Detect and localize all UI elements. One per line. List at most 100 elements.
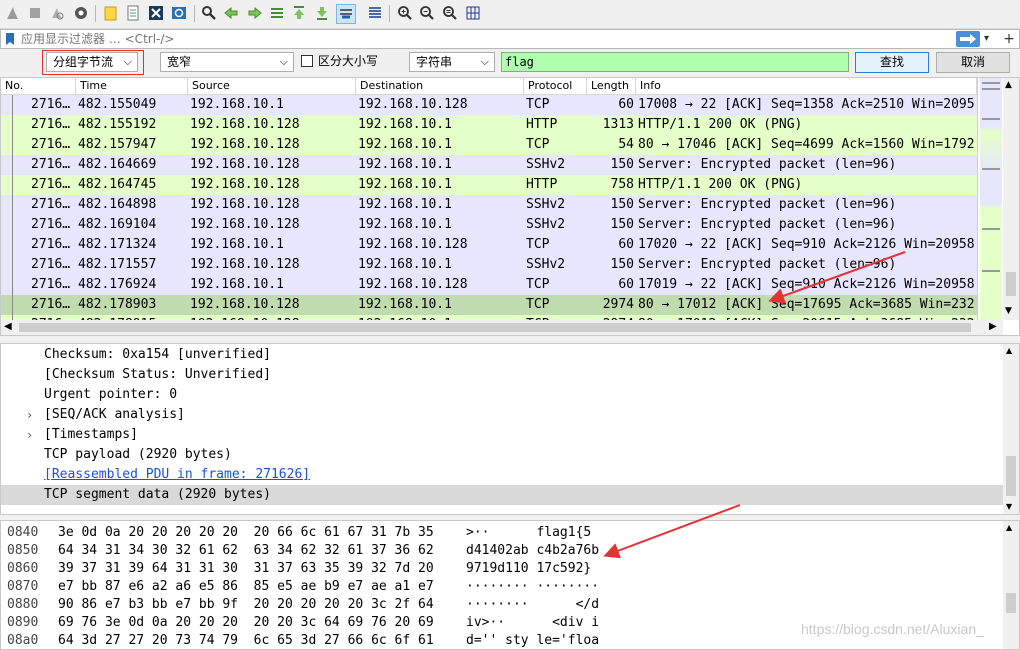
column-header[interactable]: Protocol <box>524 78 587 94</box>
goto-packet-icon[interactable] <box>268 4 286 22</box>
detail-line[interactable]: TCP segment data (2920 bytes) <box>1 485 1003 505</box>
packet-bytes-pane: 0840 3e 0d 0a 20 20 20 20 20 20 66 6c 61 … <box>0 520 1020 650</box>
search-string-input[interactable]: flag <box>501 52 849 72</box>
cell-dst: 192.168.10.128 <box>358 97 468 112</box>
display-filter-input[interactable] <box>21 31 941 47</box>
details-vscrollbar[interactable]: ▲ ▼ <box>1003 344 1019 514</box>
bookmark-icon[interactable] <box>4 32 16 46</box>
cell-info: 17019 → 22 [ACK] Seq=910 Ack=2126 Win=20… <box>638 277 975 292</box>
scroll-right-icon[interactable]: ▶ <box>989 321 997 332</box>
table-row[interactable]: 2716… 482.164745 192.168.10.128 192.168.10.… <box>1 175 977 195</box>
main-toolbar <box>0 0 1020 29</box>
packet-minimap[interactable] <box>977 78 1004 320</box>
scroll-up-icon[interactable]: ▲ <box>1006 523 1012 532</box>
table-row[interactable]: 2716… 482.155192 192.168.10.128 192.168.10.… <box>1 115 977 135</box>
zoom-in-icon[interactable] <box>396 4 414 22</box>
expand-chevron-icon[interactable]: › <box>26 425 33 445</box>
apply-filter-arrow-icon[interactable] <box>956 31 980 47</box>
table-row[interactable]: 2716… 482.171324 192.168.10.1 192.168.10.12… <box>1 235 977 255</box>
cell-src: 192.168.10.1 <box>190 97 284 112</box>
column-header[interactable]: Destination <box>356 78 524 94</box>
cell-time: 482.155049 <box>78 97 157 112</box>
table-row[interactable]: 2716… 482.178903 192.168.10.128 192.168.10.… <box>1 295 977 315</box>
hex-line[interactable]: 0880 90 86 e7 b3 bb e7 bb 9f 20 20 20 20 … <box>1 596 1003 614</box>
cell-len: 150 <box>610 157 634 172</box>
stop-icon[interactable] <box>26 4 44 22</box>
detail-text: [Timestamps] <box>44 427 138 442</box>
column-header[interactable]: Time <box>76 78 188 94</box>
first-packet-icon[interactable] <box>290 4 308 22</box>
hex-offset: 0890 <box>7 615 39 630</box>
scroll-up-icon[interactable]: ▲ <box>1005 80 1012 90</box>
zoom-out-icon[interactable] <box>418 4 436 22</box>
table-row[interactable]: 2716… 482.176924 192.168.10.1 192.168.10.12… <box>1 275 977 295</box>
add-filter-button-icon[interactable]: + <box>1001 30 1017 48</box>
table-row[interactable]: 2716… 482.171557 192.168.10.128 192.168.10.… <box>1 255 977 275</box>
forward-icon[interactable] <box>246 4 264 22</box>
detail-line[interactable]: › [Timestamps] <box>1 425 1003 445</box>
open-file-icon[interactable] <box>102 4 120 22</box>
table-row[interactable]: 2716… 482.155049 192.168.10.1 192.168.10.12… <box>1 95 977 115</box>
packet-list-hscroll-thumb[interactable] <box>19 323 971 332</box>
scroll-left-icon[interactable]: ◀ <box>4 321 12 332</box>
detail-line[interactable]: [Checksum Status: Unverified] <box>1 365 1003 385</box>
packet-list-hscrollbar[interactable]: ◀ ▶ <box>1 320 1003 335</box>
colorize-icon[interactable] <box>366 4 384 22</box>
packet-list-vscroll-thumb[interactable] <box>1006 272 1016 296</box>
related-packet-line <box>12 295 13 315</box>
detail-line[interactable]: Checksum: 0xa154 [unverified] <box>1 345 1003 365</box>
packet-list-vscrollbar[interactable]: ▲ ▼ <box>1003 78 1019 320</box>
reload-icon[interactable] <box>170 4 188 22</box>
table-row[interactable]: 2716… 482.157947 192.168.10.128 192.168.10.… <box>1 135 977 155</box>
search-type-select[interactable]: 字符串 ⌵ <box>409 52 495 72</box>
close-file-icon[interactable] <box>147 4 165 22</box>
search-in-select[interactable]: 分组字节流 ⌵ <box>46 52 138 72</box>
hex-offset: 0870 <box>7 579 39 594</box>
detail-line[interactable]: TCP payload (2920 bytes) <box>1 445 1003 465</box>
case-sensitive-checkbox[interactable] <box>301 55 313 67</box>
autoscroll-icon[interactable] <box>336 4 356 24</box>
column-header[interactable]: Source <box>188 78 356 94</box>
cell-dst: 192.168.10.1 <box>358 297 452 312</box>
find-icon[interactable] <box>200 4 218 22</box>
save-icon[interactable] <box>124 4 142 22</box>
hex-bytes: 64 3d 27 27 20 73 74 79 6c 65 3d 27 66 6… <box>58 633 434 648</box>
hex-line[interactable]: 0840 3e 0d 0a 20 20 20 20 20 20 66 6c 61 … <box>1 524 1003 542</box>
scroll-up-icon[interactable]: ▲ <box>1006 346 1012 355</box>
scroll-down-icon[interactable]: ▼ <box>1006 502 1012 511</box>
column-header[interactable]: No. <box>1 78 76 94</box>
restart-icon[interactable] <box>48 4 66 22</box>
details-vscroll-thumb[interactable] <box>1006 456 1016 496</box>
related-packet-line <box>12 255 13 275</box>
table-row[interactable]: 2716… 482.164898 192.168.10.128 192.168.10.… <box>1 195 977 215</box>
hex-line[interactable]: 0850 64 34 31 34 30 32 61 62 63 34 62 32 … <box>1 542 1003 560</box>
table-row[interactable]: 2716… 482.169104 192.168.10.128 192.168.10.… <box>1 215 977 235</box>
options-gear-icon[interactable] <box>72 4 90 22</box>
table-row[interactable]: 2716… 482.164669 192.168.10.128 192.168.10.… <box>1 155 977 175</box>
find-button[interactable]: 查找 <box>855 52 929 73</box>
filter-history-dropdown-icon[interactable]: ▾ <box>984 31 996 47</box>
detail-line[interactable]: [Reassembled PDU in frame: 271626] <box>1 465 1003 485</box>
hex-line[interactable]: 0870 e7 bb 87 e6 a2 a6 e5 86 85 e5 ae b9 … <box>1 578 1003 596</box>
expand-chevron-icon[interactable]: › <box>26 405 33 425</box>
bytes-vscrollbar[interactable]: ▲ <box>1003 521 1019 649</box>
detail-line[interactable]: › [SEQ/ACK analysis] <box>1 405 1003 425</box>
column-header[interactable]: Length <box>587 78 636 94</box>
search-type-value: 字符串 <box>416 55 453 69</box>
cell-no: 2716… <box>31 157 71 172</box>
reassembled-pdu-link[interactable]: [Reassembled PDU in frame: 271626] <box>44 465 310 485</box>
cancel-button[interactable]: 取消 <box>936 52 1010 73</box>
last-packet-icon[interactable] <box>313 4 331 22</box>
char-width-select[interactable]: 宽窄 ⌵ <box>160 52 294 72</box>
normal-size-icon[interactable] <box>441 4 459 22</box>
shark-fin-icon[interactable] <box>4 4 22 22</box>
column-header[interactable]: Info <box>636 78 977 94</box>
scroll-down-icon[interactable]: ▼ <box>1005 306 1012 316</box>
hex-line[interactable]: 0860 39 37 31 39 64 31 31 30 31 37 63 35 … <box>1 560 1003 578</box>
back-icon[interactable] <box>222 4 240 22</box>
resize-columns-icon[interactable] <box>464 4 482 22</box>
bytes-vscroll-thumb[interactable] <box>1006 593 1016 613</box>
cell-src: 192.168.10.128 <box>190 117 300 132</box>
detail-line[interactable]: Urgent pointer: 0 <box>1 385 1003 405</box>
cell-len: 60 <box>618 97 634 112</box>
